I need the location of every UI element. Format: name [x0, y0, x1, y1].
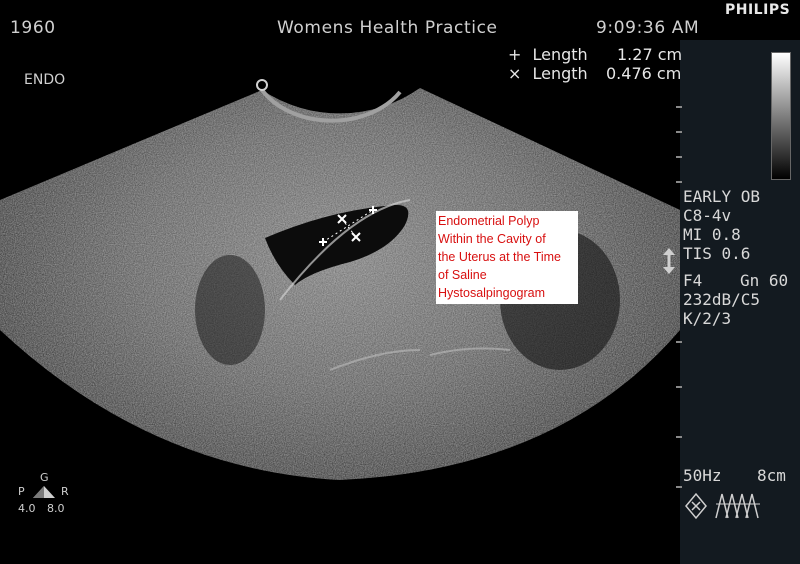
mi-label: MI 0.8 — [683, 225, 741, 244]
orientation-triangle-icon — [33, 486, 55, 498]
measurement-1-label: Length — [532, 45, 588, 64]
annotation-line: Within the Cavity of — [438, 232, 546, 246]
orientation-p-value: 4.0 — [18, 502, 36, 515]
preset-label: EARLY OB — [683, 187, 761, 206]
grayscale-bar — [771, 52, 791, 180]
gain-label: Gn 60 — [740, 271, 789, 290]
measurement-2-symbol: × — [508, 64, 522, 83]
orientation-r: R — [61, 485, 69, 498]
freq-label: F4 — [683, 271, 703, 290]
focus-arrows-icon[interactable] — [662, 248, 676, 274]
probe-label: C8-4v — [683, 206, 732, 225]
ultrasound-image — [0, 79, 680, 480]
measurement-2-label: Length — [532, 64, 588, 83]
mode-label: ENDO — [24, 72, 66, 88]
measurement-2: × Length — [508, 64, 588, 83]
orientation-g: G — [40, 471, 49, 484]
annotation-line: the Uterus at the Time — [438, 250, 561, 264]
dynamic-range-label: 232dB/C5 — [683, 290, 761, 309]
annotation-line: Endometrial Polyp — [438, 214, 540, 228]
measurement-1-value: 1.27 cm — [617, 45, 683, 64]
orientation-r-value: 8.0 — [47, 502, 65, 515]
annotation-line: Hystosalpingogram — [438, 286, 545, 300]
orientation-p: P — [18, 485, 25, 498]
annotation-line: of Saline — [438, 268, 487, 282]
annotation-box: Endometrial Polyp Within the Cavity of t… — [436, 211, 578, 304]
depth-label: 8cm — [757, 466, 786, 485]
frame-rate-label: 50Hz — [683, 466, 722, 485]
measurement-1-symbol: + — [508, 45, 522, 64]
measurement-2-value: 0.476 cm — [606, 64, 682, 83]
measurement-1: + Length — [508, 45, 588, 64]
transducer-icon — [685, 492, 760, 520]
k-label: K/2/3 — [683, 309, 732, 328]
tis-label: TIS 0.6 — [683, 244, 751, 263]
